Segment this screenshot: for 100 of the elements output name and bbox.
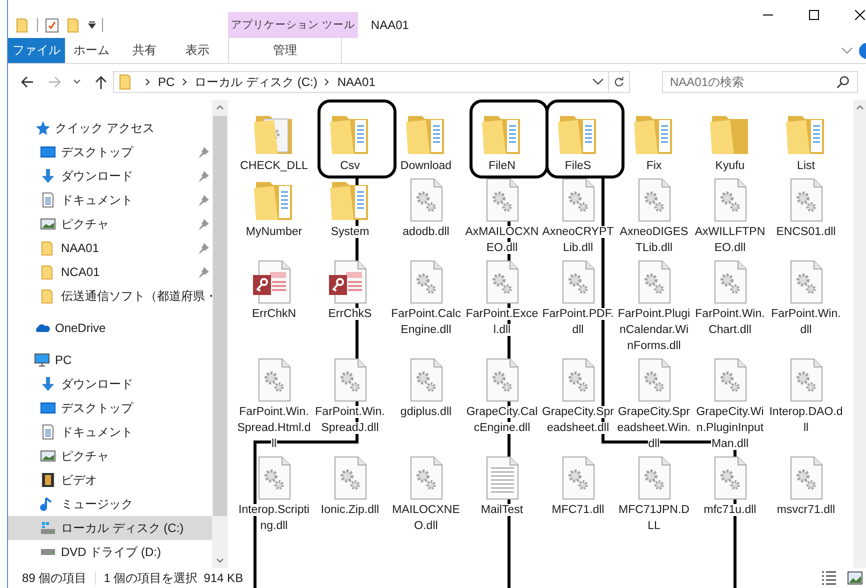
- file-item[interactable]: adodb.dll: [388, 174, 464, 240]
- picture-icon: [40, 448, 56, 464]
- file-item[interactable]: GrapeCity.Spreadsheet.Win.dll: [616, 354, 692, 452]
- context-ribbon-tab[interactable]: 管理: [228, 38, 342, 63]
- picture-icon: [40, 216, 56, 232]
- file-item[interactable]: Ionic.Zip.dll: [312, 452, 388, 518]
- nav-item[interactable]: デスクトップ: [8, 140, 212, 164]
- breadcrumb-item[interactable]: PC: [158, 75, 175, 89]
- window-title: NAA01: [370, 17, 409, 34]
- file-item[interactable]: GrapeCity.Win.PluginInputMan.dll: [692, 354, 768, 452]
- breadcrumb-item[interactable]: NAA01: [337, 75, 376, 89]
- address-bar[interactable]: PC ローカル ディスク (C:) NAA01: [113, 71, 630, 93]
- nav-item[interactable]: ビデオ: [8, 468, 212, 492]
- search-field[interactable]: NAA01の検索: [662, 71, 858, 93]
- nav-item[interactable]: ミュージック: [8, 492, 212, 516]
- file-item[interactable]: AxWILLFTPNEO.dll: [692, 174, 768, 256]
- nav-item[interactable]: ローカル ディスク (C:): [8, 516, 212, 540]
- ribbon-tab[interactable]: 共有: [118, 38, 171, 63]
- file-item[interactable]: System: [312, 174, 388, 240]
- nav-label: NAA01: [61, 241, 100, 255]
- chevron-right-icon[interactable]: [324, 78, 330, 86]
- selection-size: 914 KB: [204, 571, 244, 585]
- close-icon: [855, 10, 865, 20]
- nav-label: ピクチャ: [61, 448, 109, 464]
- nav-item[interactable]: ドキュメント: [8, 188, 212, 212]
- ribbon-tab[interactable]: 表示: [171, 38, 224, 63]
- file-item[interactable]: Interop.Scripting.dll: [236, 452, 312, 534]
- breadcrumb-item[interactable]: ローカル ディスク (C:): [194, 74, 318, 90]
- file-item[interactable]: FarPoint.Win.Chart.dll: [692, 256, 768, 338]
- file-item[interactable]: ErrChkS: [312, 256, 388, 322]
- file-item[interactable]: FarPoint.Win.SpreadJ.dll: [312, 354, 388, 436]
- nav-item[interactable]: ピクチャ: [8, 444, 212, 468]
- file-item[interactable]: Download: [388, 108, 464, 174]
- nav-item[interactable]: デスクトップ: [8, 396, 212, 420]
- file-item[interactable]: FarPoint.CalcEngine.dll: [388, 256, 464, 338]
- nav-item[interactable]: クイック アクセス: [8, 116, 212, 140]
- nav-item[interactable]: DVD ドライブ (D:): [8, 540, 212, 564]
- file-item[interactable]: List: [768, 108, 844, 174]
- refresh-icon[interactable]: [613, 76, 625, 88]
- file-item[interactable]: MFC71JPN.DLL: [616, 452, 692, 534]
- checklist-icon[interactable]: [44, 17, 60, 33]
- scrollbar[interactable]: [853, 100, 866, 568]
- scroll-up-icon[interactable]: [216, 104, 224, 110]
- nav-item[interactable]: ドキュメント: [8, 420, 212, 444]
- nav-item[interactable]: ダウンロード: [8, 164, 212, 188]
- drive-icon: [40, 549, 56, 555]
- nav-label: ビデオ: [61, 472, 97, 488]
- scrollbar[interactable]: [212, 100, 228, 568]
- file-item[interactable]: MFC71.dll: [540, 452, 616, 518]
- file-item[interactable]: AxMAILOCXNEO.dll: [464, 174, 540, 256]
- nav-label: ローカル ディスク (C:): [61, 520, 184, 536]
- file-item[interactable]: FarPoint.Win.Spread.Html.dll: [236, 354, 312, 452]
- chevron-down-icon[interactable]: [73, 78, 81, 86]
- file-item[interactable]: FarPoint.PDF.dll: [540, 256, 616, 338]
- scroll-up-icon[interactable]: [856, 104, 864, 110]
- file-item[interactable]: FarPoint.Win.dll: [768, 256, 844, 338]
- large-icons-view-icon[interactable]: [847, 570, 863, 586]
- scroll-down-icon[interactable]: [216, 558, 224, 564]
- context-tab-header: アプリケーション ツール: [228, 12, 358, 38]
- file-item[interactable]: ErrChkN: [236, 256, 312, 322]
- chevron-right-icon[interactable]: [182, 78, 188, 86]
- chevron-right-icon[interactable]: [145, 78, 151, 86]
- file-item[interactable]: GrapeCity.Spreadsheet.dll: [540, 354, 616, 436]
- file-item[interactable]: Interop.DAO.dll: [768, 354, 844, 436]
- file-item[interactable]: Kyufu: [692, 108, 768, 174]
- file-item[interactable]: msvcr71.dll: [768, 452, 844, 518]
- nav-item[interactable]: OneDrive: [8, 316, 212, 340]
- nav-item[interactable]: ダウンロード: [8, 372, 212, 396]
- nav-item[interactable]: NAA01: [8, 236, 212, 260]
- minimize-icon: [763, 14, 773, 16]
- details-view-icon[interactable]: [821, 570, 837, 586]
- file-item[interactable]: Fix: [616, 108, 692, 174]
- file-item[interactable]: MAILOCXNEO.dll: [388, 452, 464, 534]
- back-arrow-icon[interactable]: [19, 74, 35, 90]
- file-item[interactable]: ENCS01.dll: [768, 174, 844, 240]
- nav-item[interactable]: ピクチャ: [8, 212, 212, 236]
- file-item[interactable]: FarPoint.PluginCalendar.WinForms.dll: [616, 256, 692, 354]
- file-item[interactable]: AxneoDIGESTLib.dll: [616, 174, 692, 256]
- file-item[interactable]: FileS: [540, 108, 616, 174]
- file-item[interactable]: Csv: [312, 108, 388, 174]
- file-item[interactable]: CHECK_DLL: [236, 108, 312, 174]
- nav-label: ダウンロード: [61, 168, 133, 184]
- nav-item[interactable]: 伝送通信ソフト（都道府県・: [8, 284, 212, 308]
- dropdown-icon[interactable]: [88, 21, 96, 29]
- file-item[interactable]: MyNumber: [236, 174, 312, 240]
- ribbon-tab[interactable]: ホーム: [65, 38, 118, 63]
- up-arrow-icon[interactable]: [93, 74, 109, 90]
- file-item[interactable]: FileN: [464, 108, 540, 174]
- file-item[interactable]: FarPoint.Excel.dll: [464, 256, 540, 338]
- file-item[interactable]: MailTest: [464, 452, 540, 518]
- item-count: 89 個の項目: [22, 570, 87, 586]
- selection-info: 1 個の項目を選択: [104, 570, 198, 586]
- file-item[interactable]: GrapeCity.CalcEngine.dll: [464, 354, 540, 436]
- file-item[interactable]: mfc71u.dll: [692, 452, 768, 518]
- document-icon: [40, 192, 56, 208]
- file-item[interactable]: gdiplus.dll: [388, 354, 464, 420]
- nav-item[interactable]: NCA01: [8, 260, 212, 284]
- file-item[interactable]: AxneoCRYPTLib.dll: [540, 174, 616, 256]
- nav-item[interactable]: PC: [8, 348, 212, 372]
- file-tab[interactable]: ファイル: [8, 38, 65, 63]
